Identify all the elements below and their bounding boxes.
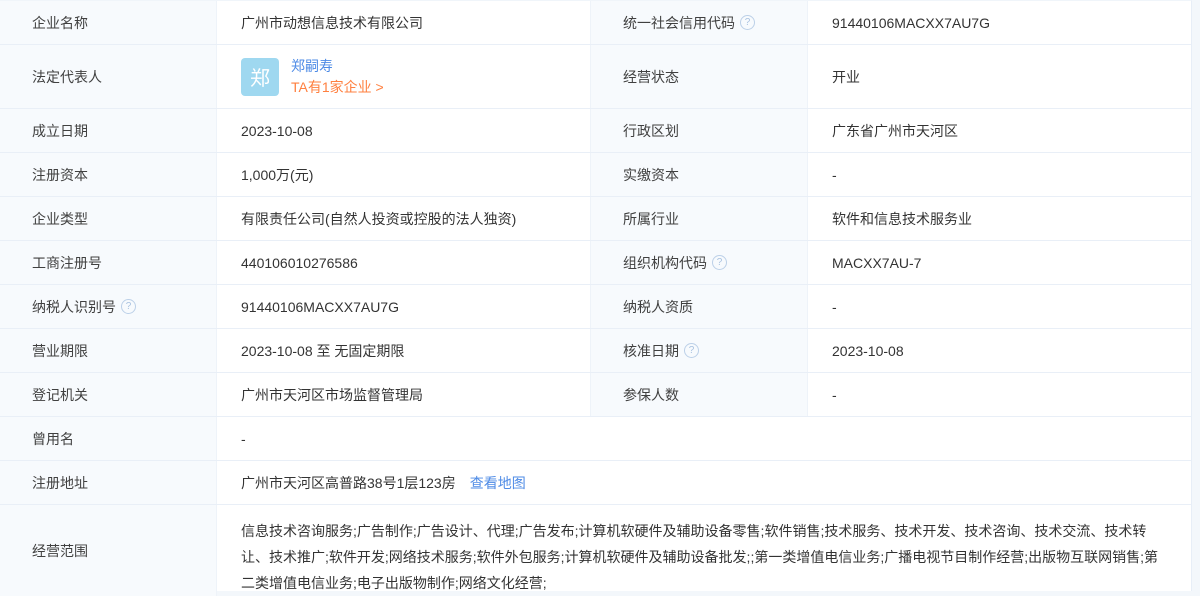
value-admin-division: 广东省广州市天河区 <box>808 109 1192 152</box>
table-row: 纳税人识别号 ? 91440106MACXX7AU7G 纳税人资质 - <box>0 285 1191 329</box>
view-map-link[interactable]: 查看地图 <box>470 473 526 493</box>
help-icon[interactable]: ? <box>684 343 699 358</box>
table-row: 曾用名 - <box>0 417 1191 461</box>
value-company-name: 广州市动想信息技术有限公司 <box>217 1 590 44</box>
value-company-type: 有限责任公司(自然人投资或控股的法人独资) <box>217 197 590 240</box>
label-paid-capital: 实缴资本 <box>590 153 808 196</box>
value-paid-capital: - <box>808 153 1192 196</box>
value-taxpayer-qualification: - <box>808 285 1192 328</box>
help-icon[interactable]: ? <box>121 299 136 314</box>
label-taxpayer-qualification: 纳税人资质 <box>590 285 808 328</box>
value-organization-code: MACXX7AU-7 <box>808 241 1192 284</box>
value-insured-count: - <box>808 373 1192 416</box>
label-approval-date: 核准日期 ? <box>590 329 808 372</box>
value-establish-date: 2023-10-08 <box>217 109 590 152</box>
value-registered-address: 广州市天河区高普路38号1层123房 查看地图 <box>217 461 1191 504</box>
value-business-status: 开业 <box>808 45 1192 108</box>
value-taxpayer-id: 91440106MACXX7AU7G <box>217 285 590 328</box>
label-registration-number: 工商注册号 <box>0 241 217 284</box>
table-row: 成立日期 2023-10-08 行政区划 广东省广州市天河区 <box>0 109 1191 153</box>
value-former-name: - <box>217 417 1191 460</box>
label-organization-code: 组织机构代码 ? <box>590 241 808 284</box>
value-registration-authority: 广州市天河区市场监督管理局 <box>217 373 590 416</box>
label-registered-address: 注册地址 <box>0 461 217 504</box>
legal-rep-avatar[interactable]: 郑 <box>241 58 279 96</box>
legal-rep-companies-link[interactable]: TA有1家企业 > <box>291 77 384 98</box>
value-approval-date: 2023-10-08 <box>808 329 1192 372</box>
label-establish-date: 成立日期 <box>0 109 217 152</box>
label-admin-division: 行政区划 <box>590 109 808 152</box>
label-business-status: 经营状态 <box>590 45 808 108</box>
label-business-scope: 经营范围 <box>0 505 217 596</box>
label-insured-count: 参保人数 <box>590 373 808 416</box>
value-registered-capital: 1,000万(元) <box>217 153 590 196</box>
table-row: 登记机关 广州市天河区市场监督管理局 参保人数 - <box>0 373 1191 417</box>
value-business-scope: 信息技术咨询服务;广告制作;广告设计、代理;广告发布;计算机软硬件及辅助设备零售… <box>217 505 1191 596</box>
value-business-term: 2023-10-08 至 无固定期限 <box>217 329 590 372</box>
label-former-name: 曾用名 <box>0 417 217 460</box>
company-info-table: 企业名称 广州市动想信息技术有限公司 统一社会信用代码 ? 91440106MA… <box>0 0 1192 591</box>
label-registration-authority: 登记机关 <box>0 373 217 416</box>
label-company-name: 企业名称 <box>0 1 217 44</box>
help-icon[interactable]: ? <box>712 255 727 270</box>
label-company-type: 企业类型 <box>0 197 217 240</box>
value-credit-code: 91440106MACXX7AU7G <box>808 1 1192 44</box>
legal-rep-name-link[interactable]: 郑嗣寿 <box>291 56 384 77</box>
table-row: 注册地址 广州市天河区高普路38号1层123房 查看地图 <box>0 461 1191 505</box>
label-registered-capital: 注册资本 <box>0 153 217 196</box>
value-registration-number: 440106010276586 <box>217 241 590 284</box>
label-legal-representative: 法定代表人 <box>0 45 217 108</box>
label-taxpayer-id: 纳税人识别号 ? <box>0 285 217 328</box>
help-icon[interactable]: ? <box>740 15 755 30</box>
label-credit-code: 统一社会信用代码 ? <box>590 1 808 44</box>
value-legal-representative: 郑 郑嗣寿 TA有1家企业 > <box>217 45 590 108</box>
value-industry: 软件和信息技术服务业 <box>808 197 1192 240</box>
table-row: 工商注册号 440106010276586 组织机构代码 ? MACXX7AU-… <box>0 241 1191 285</box>
table-row: 注册资本 1,000万(元) 实缴资本 - <box>0 153 1191 197</box>
label-business-term: 营业期限 <box>0 329 217 372</box>
table-row: 企业类型 有限责任公司(自然人投资或控股的法人独资) 所属行业 软件和信息技术服… <box>0 197 1191 241</box>
label-industry: 所属行业 <box>590 197 808 240</box>
table-row: 企业名称 广州市动想信息技术有限公司 统一社会信用代码 ? 91440106MA… <box>0 1 1191 45</box>
table-row: 经营范围 信息技术咨询服务;广告制作;广告设计、代理;广告发布;计算机软硬件及辅… <box>0 505 1191 596</box>
table-row: 营业期限 2023-10-08 至 无固定期限 核准日期 ? 2023-10-0… <box>0 329 1191 373</box>
address-text: 广州市天河区高普路38号1层123房 <box>241 473 456 493</box>
table-row: 法定代表人 郑 郑嗣寿 TA有1家企业 > 经营状态 开业 <box>0 45 1191 109</box>
